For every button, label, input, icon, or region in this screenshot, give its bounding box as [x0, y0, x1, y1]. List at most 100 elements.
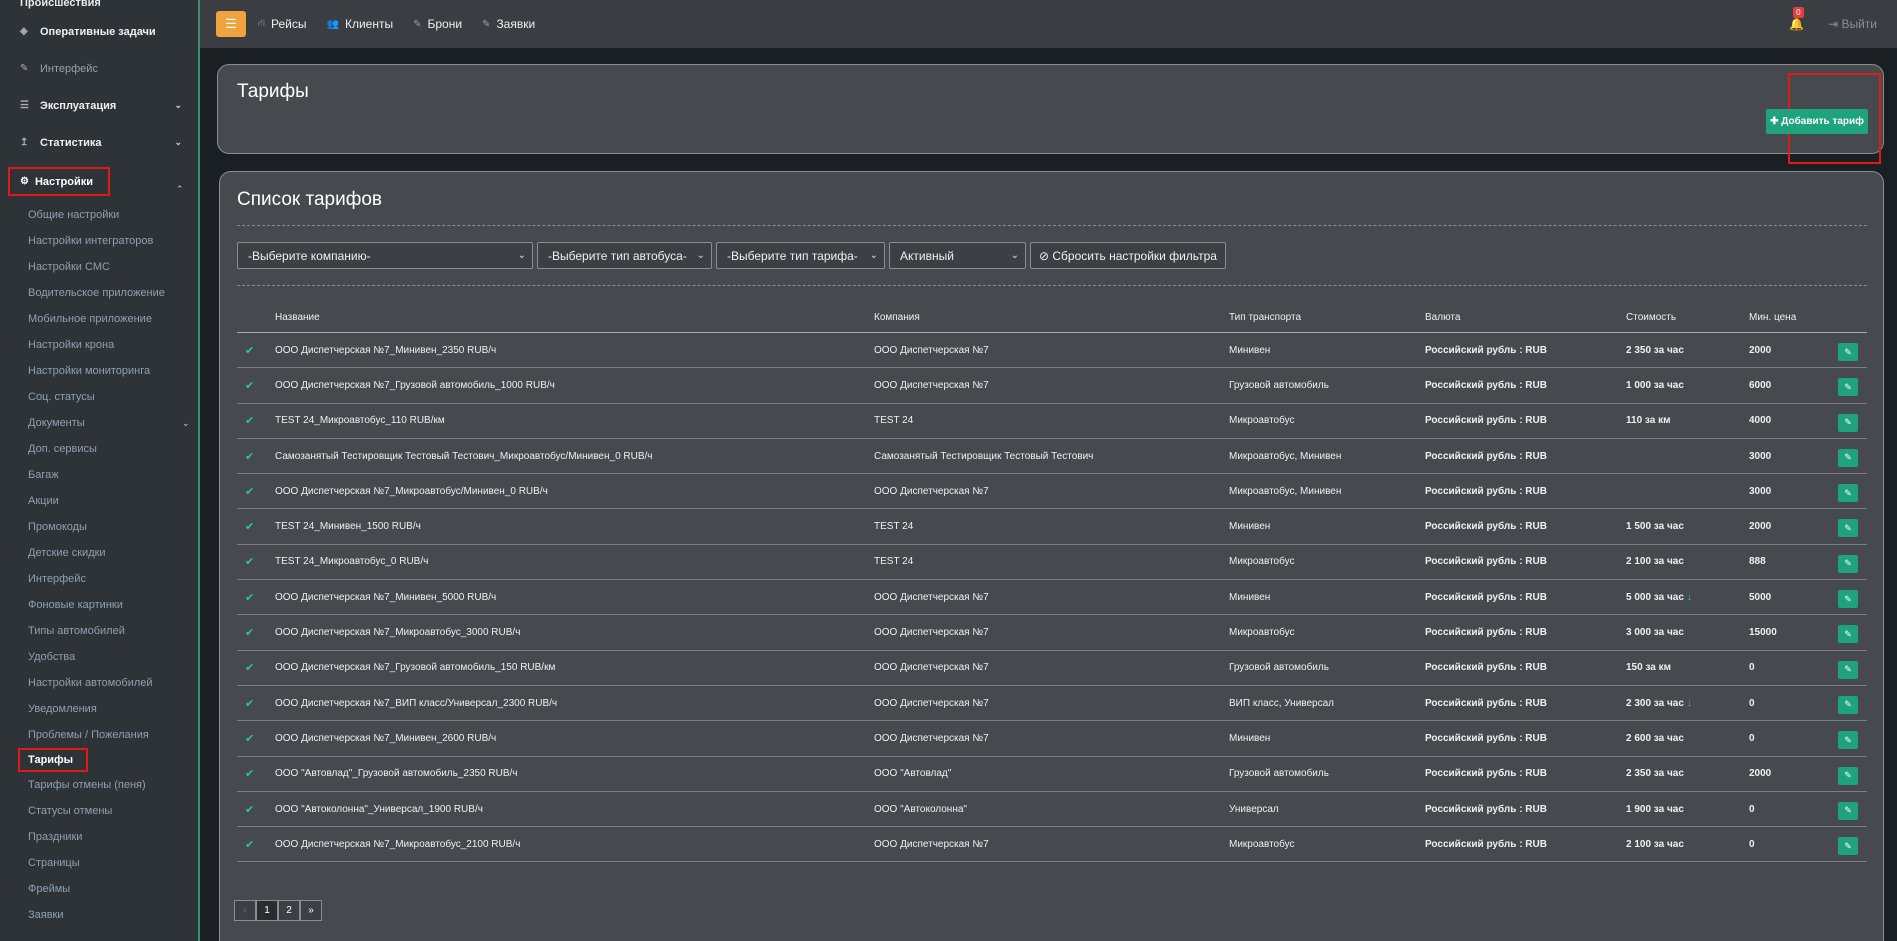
sidebar-subitem[interactable]: Типы автомобилей — [0, 618, 198, 644]
tariff-type-select[interactable]: -Выберите тип тарифа- ⌄ — [716, 242, 885, 269]
sidebar-subitem[interactable]: Тарифы отмены (пеня) — [0, 772, 198, 798]
edit-button[interactable]: ✎ — [1838, 413, 1858, 432]
sidebar-subitem[interactable]: Багаж — [0, 462, 198, 488]
sidebar-subitem[interactable]: Страницы — [0, 850, 198, 876]
check-icon: ✔ — [245, 768, 255, 781]
sidebar-subitem[interactable]: Промокоды — [0, 514, 198, 540]
reset-filters-button[interactable]: ⊘ Сбросить настройки фильтра — [1030, 242, 1226, 269]
cell-transport: Минивен — [1229, 521, 1425, 532]
cell-transport: Микроавтобус — [1229, 415, 1425, 426]
sidebar-item-tasks[interactable]: ◈ Оперативные задачи — [0, 13, 198, 50]
nav-requests[interactable]: ✎ Заявки — [482, 17, 535, 31]
table-body: ✔ ООО Диспетчерская №7_Минивен_2350 RUB/ч… — [237, 333, 1867, 863]
cell-transport: Микроавтобус, Минивен — [1229, 486, 1425, 497]
cell-min-price-text: 0 — [1749, 838, 1755, 850]
sidebar-subitem[interactable]: Доп. сервисы — [0, 436, 198, 462]
cell-transport-text: Микроавтобус — [1229, 838, 1295, 850]
cell-currency-text: Российский рубль : RUB — [1425, 591, 1547, 603]
edit-button[interactable]: ✎ — [1838, 590, 1858, 609]
sidebar-subitem[interactable]: Общие настройки — [0, 202, 198, 228]
edit-button[interactable]: ✎ — [1838, 343, 1858, 361]
sidebar-subitem[interactable]: Настройки мониторинга — [0, 358, 198, 384]
cell-cost: 2 600 за час — [1626, 733, 1749, 744]
edit-button[interactable]: ✎ — [1838, 519, 1858, 538]
sidebar-subitem[interactable]: Проблемы / Пожелания — [0, 722, 198, 748]
pagination: ‹ 1 2 » — [234, 900, 322, 921]
sidebar-subitem[interactable]: Акции — [0, 488, 198, 514]
chevron-down-icon: ⌄ — [1010, 250, 1019, 261]
sidebar-item-statistics[interactable]: ↥ Статистика ⌄ — [0, 124, 198, 161]
sidebar-subitem[interactable]: Интерфейс — [0, 566, 198, 592]
add-tariff-button[interactable]: ✚ Добавить тариф — [1766, 109, 1868, 134]
sidebar-subitem[interactable]: Тарифы — [18, 748, 88, 772]
cell-transport-text: Минивен — [1229, 521, 1271, 533]
sidebar-subitem[interactable]: Настройки интеграторов — [0, 228, 198, 254]
sidebar-subitem-label: Страницы — [28, 857, 80, 869]
edit-button[interactable]: ✎ — [1838, 484, 1858, 503]
sidebar-item-label: Оперативные задачи — [40, 25, 156, 38]
edit-button[interactable]: ✎ — [1838, 837, 1858, 856]
page-prev-button[interactable]: ‹ — [234, 900, 256, 921]
sidebar-subitem[interactable]: Настройки крона — [0, 332, 198, 358]
edit-button[interactable]: ✎ — [1838, 731, 1858, 750]
sidebar-subitem[interactable]: Фоновые картинки — [0, 592, 198, 618]
notifications-button[interactable]: 🔔 0 — [1789, 7, 1804, 31]
sidebar-item-settings[interactable]: ⚙ Настройки — [8, 167, 110, 196]
page-1-button[interactable]: 1 — [256, 900, 278, 921]
edit-button[interactable]: ✎ — [1838, 378, 1858, 397]
edit-button[interactable]: ✎ — [1838, 766, 1858, 785]
sidebar-subitem[interactable]: Соц. статусы — [0, 384, 198, 410]
select-value: -Выберите тип автобуса- — [548, 248, 687, 263]
sidebar-subitem[interactable]: Документы ⌄ — [0, 410, 198, 436]
cell-name-text: ООО Диспетчерская №7_Минивен_2350 RUB/ч — [275, 344, 497, 356]
cell-name: ООО Диспетчерская №7_Микроавтобус_3000 R… — [275, 627, 874, 638]
sidebar-subitem[interactable]: Детские скидки — [0, 540, 198, 566]
sidebar-item-incidents[interactable]: Происшествия — [0, 0, 198, 10]
menu-toggle-button[interactable]: ☰ — [216, 11, 246, 37]
nav-clients[interactable]: 👥 Клиенты — [327, 17, 394, 31]
company-select[interactable]: -Выберите компанию- ⌄ — [237, 242, 533, 269]
cell-company-text: ООО Диспетчерская №7 — [874, 379, 989, 391]
bus-type-select[interactable]: -Выберите тип автобуса- ⌄ — [537, 242, 712, 269]
table-row: ✔ TEST 24_Микроавтобус_110 RUB/км TEST 24 М… — [237, 404, 1867, 439]
hamburger-icon: ☰ — [225, 16, 237, 31]
edit-button[interactable]: ✎ — [1838, 695, 1858, 714]
cell-company: ООО Диспетчерская №7 — [874, 486, 1229, 497]
sidebar-subitem[interactable]: Фреймы — [0, 876, 198, 902]
cell-currency-text: Российский рубль : RUB — [1425, 556, 1547, 568]
nav-trips[interactable]: ⛙ Рейсы — [258, 17, 307, 31]
logout-button[interactable]: ⇥ Выйти — [1828, 17, 1877, 31]
sidebar-subitem[interactable]: Настройки автомобилей — [0, 670, 198, 696]
sidebar-subitem[interactable]: Праздники — [0, 824, 198, 850]
cell-min-price: 6000 — [1749, 380, 1841, 391]
sidebar-subitem[interactable]: Удобства — [0, 644, 198, 670]
cell-cost-text: 150 за км — [1626, 662, 1672, 674]
edit-button[interactable]: ✎ — [1838, 660, 1858, 679]
sidebar-subitem-label: Фреймы — [28, 883, 71, 895]
status-select[interactable]: Активный ⌄ — [889, 242, 1026, 269]
header-cell: Мин. цена — [1749, 312, 1797, 323]
sidebar-subitem[interactable]: Статусы отмены — [0, 798, 198, 824]
sidebar-subitem[interactable]: Заявки — [0, 902, 198, 928]
edit-button[interactable]: ✎ — [1838, 801, 1858, 820]
cell-currency-text: Российский рубль : RUB — [1425, 415, 1547, 427]
cell-company: ООО Диспетчерская №7 — [874, 733, 1229, 744]
page-next-button[interactable]: » — [300, 900, 322, 921]
table-row: ✔ ООО "Автоколонна"_Универсал_1900 RUB/ч О… — [237, 792, 1867, 828]
nav-bookings[interactable]: ✎ Брони — [413, 17, 462, 31]
cell-transport-text: Грузовой автомобиль — [1229, 768, 1329, 780]
cell-name-text: ООО Диспетчерская №7_Минивен_2600 RUB/ч — [275, 732, 497, 744]
cell-min-price-text: 888 — [1749, 556, 1766, 568]
sidebar-subitem[interactable]: Уведомления — [0, 696, 198, 722]
sidebar-subitem[interactable]: Водительское приложение — [0, 280, 198, 306]
sidebar-subitem[interactable]: Мобильное приложение — [0, 306, 198, 332]
sidebar-item-interface[interactable]: ✎ Интерфейс — [0, 50, 198, 87]
page-2-button[interactable]: 2 — [278, 900, 300, 921]
cell-company-text: TEST 24 — [874, 415, 914, 427]
edit-button[interactable]: ✎ — [1838, 554, 1858, 573]
sidebar-item-operation[interactable]: ☰ Эксплуатация ⌄ — [0, 87, 198, 124]
edit-button[interactable]: ✎ — [1838, 448, 1858, 467]
sidebar-subitem[interactable]: Настройки СМС — [0, 254, 198, 280]
edit-button[interactable]: ✎ — [1838, 625, 1858, 644]
cell-min-price-text: 3000 — [1749, 450, 1772, 462]
